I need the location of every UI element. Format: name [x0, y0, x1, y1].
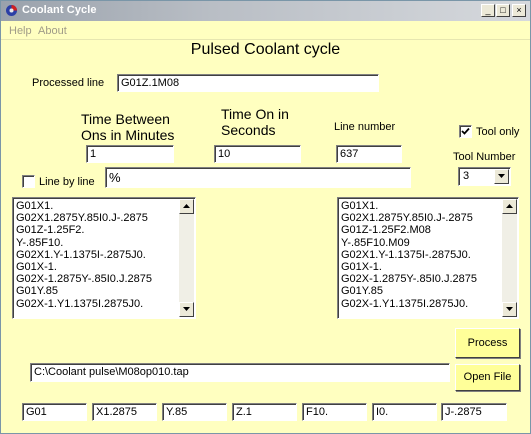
scroll-up-button[interactable]	[502, 199, 517, 214]
time-between-label-line2: Ons in Minutes	[81, 127, 175, 143]
scroll-up-button[interactable]	[179, 199, 194, 214]
app-icon	[6, 5, 17, 16]
list-item[interactable]: G02X1.Y-1.1375I-.2875J0.	[16, 249, 152, 261]
menu-about[interactable]: About	[38, 25, 67, 37]
arrow-down-icon	[183, 307, 190, 311]
output-list-scrollbar[interactable]	[502, 199, 517, 317]
maximize-button[interactable]: □	[496, 4, 510, 17]
tool-number-label: Tool Number	[453, 151, 516, 163]
scroll-down-button[interactable]	[502, 302, 517, 317]
list-item[interactable]: G01Z-1.25F2.	[16, 224, 152, 236]
checkmark-icon	[461, 127, 470, 135]
menu-help[interactable]: Help	[9, 25, 32, 37]
list-item[interactable]: G02X-1.2875Y-.85I0.J.2875	[341, 273, 477, 285]
tool-number-select[interactable]: 3	[458, 167, 511, 186]
menu-bar: Help About	[1, 22, 530, 40]
title-bar[interactable]: Coolant Cycle _ □ ×	[1, 1, 530, 21]
file-path-field[interactable]: C:\Coolant pulse\M08op010.tap	[30, 363, 450, 382]
tool-number-dropdown-button[interactable]	[494, 169, 509, 184]
processed-line-field[interactable]: G01Z.1M08	[117, 74, 379, 92]
word-field-f[interactable]: F10.	[302, 403, 367, 421]
output-code-lines: G01X1. G02X1.2875Y.85I0.J-.2875 G01Z-1.2…	[341, 200, 477, 310]
input-code-lines: G01X1. G02X1.2875Y.85I0.J-.2875 G01Z-1.2…	[16, 200, 152, 310]
chevron-down-icon	[498, 174, 505, 178]
word-field-j[interactable]: J-.2875	[441, 403, 507, 421]
time-on-label-line2: Seconds	[221, 122, 276, 138]
line-by-line-checkbox[interactable]	[22, 175, 35, 188]
tool-only-checkbox[interactable]	[459, 125, 472, 138]
percent-field[interactable]: %	[105, 167, 411, 188]
arrow-up-icon	[183, 204, 190, 208]
time-on-label-line1: Time On in	[221, 106, 289, 122]
window-title: Coolant Cycle	[22, 4, 97, 16]
page-title: Pulsed Coolant cycle	[190, 41, 341, 58]
list-item[interactable]: G01Y.85	[341, 285, 477, 297]
process-button-label: Process	[467, 337, 508, 349]
tool-only-label: Tool only	[476, 126, 520, 138]
line-number-field[interactable]: 637	[336, 145, 402, 163]
list-item[interactable]: G02X1.2875Y.85I0.J-.2875	[341, 212, 477, 224]
word-field-i[interactable]: I0.	[372, 403, 437, 421]
list-item[interactable]: G02X-1.2875Y-.85I0.J.2875	[16, 273, 152, 285]
list-item[interactable]: G01Y.85	[16, 285, 152, 297]
input-list-scrollbar[interactable]	[179, 199, 194, 317]
process-button[interactable]: Process	[455, 328, 520, 358]
close-button[interactable]: ×	[512, 4, 526, 17]
arrow-up-icon	[506, 204, 513, 208]
time-between-label: Time Between Ons in Minutes	[81, 111, 174, 143]
line-by-line-label: Line by line	[39, 176, 95, 188]
word-field-y[interactable]: Y.85	[162, 403, 227, 421]
processed-line-label: Processed line	[32, 77, 105, 89]
open-file-button[interactable]: Open File	[455, 364, 520, 391]
list-item[interactable]: G02X1.2875Y.85I0.J-.2875	[16, 212, 152, 224]
open-file-button-label: Open File	[463, 371, 512, 383]
time-between-label-line1: Time Between	[81, 111, 170, 127]
list-item[interactable]: Y-.85F10.	[16, 237, 152, 249]
list-item[interactable]: G01X-1.	[16, 261, 152, 273]
list-item[interactable]: G01X1.	[16, 200, 152, 212]
tool-number-value: 3	[463, 170, 470, 182]
input-code-list[interactable]: G01X1. G02X1.2875Y.85I0.J-.2875 G01Z-1.2…	[12, 197, 196, 319]
list-item[interactable]: G01X1.	[341, 200, 477, 212]
minimize-button[interactable]: _	[481, 4, 495, 17]
time-on-label: Time On in Seconds	[221, 106, 289, 138]
line-number-label: Line number	[334, 121, 396, 133]
time-on-field[interactable]: 10	[214, 145, 301, 163]
list-item[interactable]: G02X-1.Y1.1375I.2875J0.	[16, 298, 152, 310]
arrow-down-icon	[506, 307, 513, 311]
list-item[interactable]: Y-.85F10.M09	[341, 237, 477, 249]
word-field-x[interactable]: X1.2875	[92, 403, 157, 421]
list-item[interactable]: G01Z-1.25F2.M08	[341, 224, 477, 236]
output-code-list[interactable]: G01X1. G02X1.2875Y.85I0.J-.2875 G01Z-1.2…	[337, 197, 519, 319]
word-field-z[interactable]: Z.1	[232, 403, 297, 421]
scroll-down-button[interactable]	[179, 302, 194, 317]
list-item[interactable]: G02X-1.Y1.1375I.2875J0.	[341, 298, 477, 310]
list-item[interactable]: G01X-1.	[341, 261, 477, 273]
list-item[interactable]: G02X1.Y-1.1375I-.2875J0.	[341, 249, 477, 261]
word-field-g[interactable]: G01	[22, 403, 87, 421]
app-window: Coolant Cycle _ □ × Help About Pulsed Co…	[0, 0, 531, 434]
time-between-field[interactable]: 1	[86, 145, 174, 163]
